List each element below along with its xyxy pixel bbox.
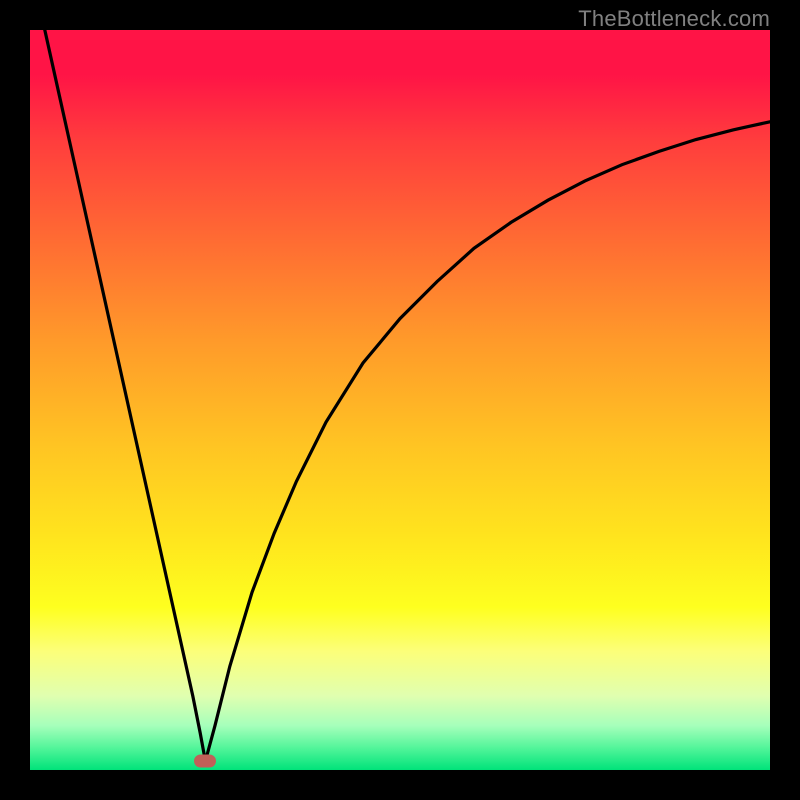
curve-right-branch [205, 122, 770, 761]
minimum-marker [194, 755, 216, 768]
bottleneck-curve [30, 30, 770, 770]
chart-frame: TheBottleneck.com [0, 0, 800, 800]
curve-left-branch [45, 30, 206, 761]
attribution-text: TheBottleneck.com [578, 6, 770, 32]
